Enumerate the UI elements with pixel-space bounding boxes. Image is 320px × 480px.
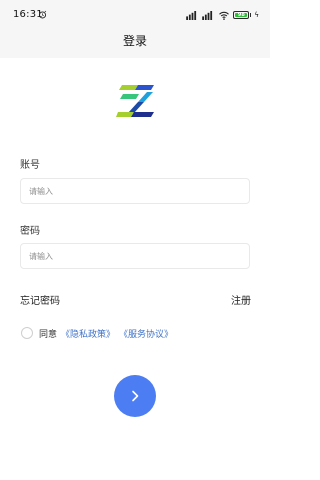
chevron-right-icon: [132, 390, 139, 402]
agree-radio[interactable]: [21, 327, 33, 339]
battery-icon: 98: [233, 11, 250, 19]
account-label: 账号: [20, 160, 40, 171]
forgot-password-link[interactable]: 忘记密码: [20, 292, 60, 307]
charge-icon: ϟ: [254, 11, 259, 19]
account-input[interactable]: [21, 179, 249, 204]
status-icons: 98 ϟ: [186, 10, 259, 20]
battery-level: 98: [237, 12, 245, 18]
signal-icon: [202, 10, 213, 20]
top-bar: 16:31 98 ϟ 登录: [0, 0, 270, 58]
agree-text: 同意: [39, 329, 58, 340]
status-bar: 16:31 98 ϟ: [0, 0, 270, 28]
agreement-row: 同意 《隐私政策》 《服务协议》: [21, 326, 173, 340]
signal-icon: [186, 10, 197, 20]
service-agreement-link[interactable]: 《服务协议》: [119, 327, 173, 340]
login-screen: 16:31 98 ϟ 登录 账号 请输入 密码 忘记密码 注册 同意 《隐私政策…: [0, 0, 270, 480]
page-title: 登录: [122, 34, 147, 48]
battery-tip: [250, 13, 252, 17]
alarm-icon: [38, 10, 47, 19]
z-logo: [116, 85, 154, 117]
password-input[interactable]: [21, 244, 249, 269]
submit-button[interactable]: [114, 375, 156, 417]
password-field[interactable]: [20, 243, 250, 269]
account-field[interactable]: [20, 178, 250, 204]
privacy-policy-link[interactable]: 《隐私政策》: [61, 327, 115, 340]
register-link[interactable]: 注册: [231, 292, 251, 307]
password-label: 密码: [20, 226, 40, 237]
wifi-icon: [219, 11, 230, 20]
